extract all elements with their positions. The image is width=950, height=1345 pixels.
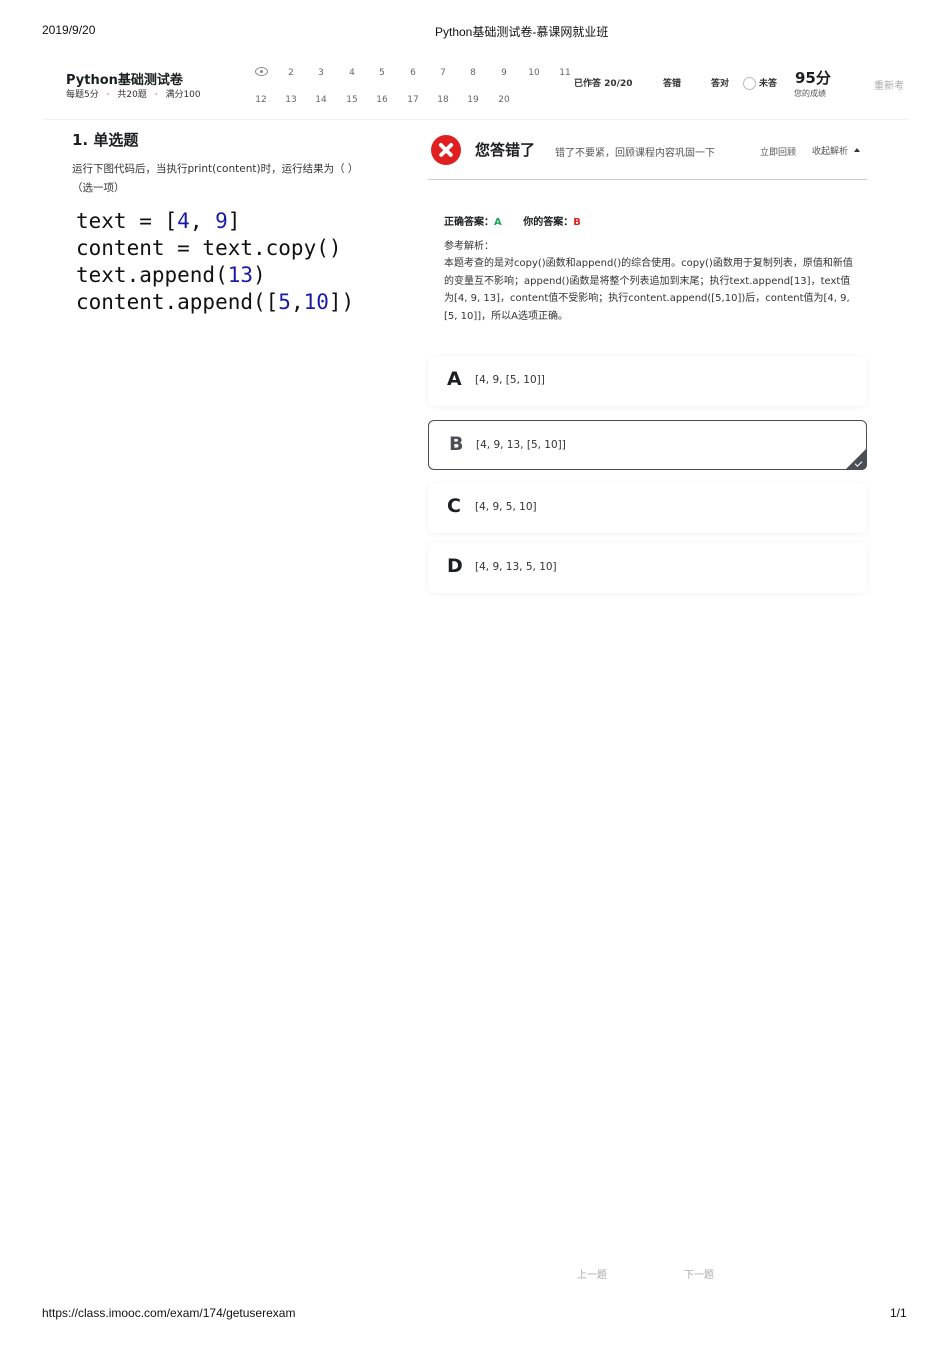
exam-meta: 每题5分 · 共20题 · 满分100 bbox=[66, 87, 201, 100]
option-letter: B bbox=[449, 433, 464, 455]
code-token: content.append([ bbox=[76, 290, 279, 314]
wrong-x-icon bbox=[431, 135, 461, 165]
your-answer-value: B bbox=[573, 217, 581, 228]
code-token: , bbox=[290, 290, 304, 314]
print-url: https://class.imooc.com/exam/174/getuser… bbox=[42, 1306, 296, 1320]
option-text: [4, 9, 13, 5, 10] bbox=[475, 561, 557, 573]
code-number: 9 bbox=[215, 209, 228, 233]
collapse-analysis-link[interactable]: 收起解析 bbox=[812, 144, 861, 157]
question-text: 运行下图代码后，当执行print(content)时，运行结果为（ ）（选一项） bbox=[72, 163, 359, 194]
score-value: 95分 bbox=[795, 69, 831, 87]
option-c[interactable]: C [4, 9, 5, 10] bbox=[428, 483, 867, 533]
question-nav-item[interactable]: 9 bbox=[489, 68, 519, 78]
question-nav-item[interactable]: 6 bbox=[398, 68, 428, 78]
code-line: content.append([5,10]) bbox=[76, 289, 354, 316]
option-b[interactable]: B [4, 9, 13, [5, 10]] bbox=[428, 420, 867, 470]
code-token: content = text.copy() bbox=[76, 236, 342, 260]
code-token: ) bbox=[253, 263, 266, 287]
option-letter: A bbox=[447, 368, 462, 390]
correct-answer-label: 正确答案： bbox=[444, 217, 494, 228]
full-score: 满分100 bbox=[165, 90, 201, 100]
question-nav-item[interactable]: 7 bbox=[428, 68, 458, 78]
exam-header: Python基础测试卷 每题5分 · 共20题 · 满分100 bbox=[44, 56, 908, 120]
question-nav-item[interactable]: 19 bbox=[458, 95, 488, 105]
code-number: 10 bbox=[303, 290, 329, 314]
review-link[interactable]: 立即回顾 bbox=[760, 145, 796, 158]
option-text: [4, 9, [5, 10]] bbox=[475, 374, 545, 386]
meta-separator: · bbox=[106, 90, 110, 100]
correct-answer-value: A bbox=[494, 217, 502, 228]
question-nav-item[interactable]: 3 bbox=[306, 68, 336, 78]
retake-button[interactable]: 重新考 bbox=[874, 77, 904, 92]
caret-up-icon bbox=[854, 148, 861, 152]
question-nav-item[interactable]: 16 bbox=[367, 95, 397, 105]
answered-count: 已作答 20/20 bbox=[574, 79, 633, 89]
your-answer-label: 你的答案： bbox=[523, 217, 574, 228]
next-question-button[interactable]: 下一题 bbox=[684, 1266, 714, 1281]
question-nav-item[interactable]: 2 bbox=[276, 68, 306, 78]
code-number: 5 bbox=[278, 290, 291, 314]
result-title: 您答错了 bbox=[475, 141, 536, 159]
analysis-label: 参考解析： bbox=[444, 241, 494, 252]
code-number: 4 bbox=[177, 209, 190, 233]
prev-question-button[interactable]: 上一题 bbox=[577, 1266, 607, 1281]
unanswered-circle-icon bbox=[743, 77, 756, 90]
code-token: ] bbox=[227, 209, 241, 233]
option-a[interactable]: A [4, 9, [5, 10]] bbox=[428, 356, 867, 406]
option-letter: D bbox=[447, 555, 463, 577]
question-nav-item[interactable]: 20 bbox=[489, 95, 519, 105]
analysis-text: 本题考查的是对copy()函数和append()的综合使用。copy()函数用于… bbox=[444, 258, 853, 322]
exam-title: Python基础测试卷 bbox=[66, 73, 183, 88]
points-per-question: 每题5分 bbox=[66, 90, 99, 100]
question-nav-item[interactable]: 17 bbox=[398, 95, 428, 105]
question-nav-item[interactable]: 18 bbox=[428, 95, 458, 105]
question-nav-item[interactable]: 15 bbox=[337, 95, 367, 105]
meta-separator: · bbox=[154, 90, 158, 100]
question-nav-item[interactable]: 10 bbox=[519, 68, 549, 78]
question-nav-item[interactable]: 14 bbox=[306, 95, 336, 105]
question-count: 共20题 bbox=[117, 90, 147, 100]
filter-unanswered[interactable]: 未答 bbox=[759, 76, 777, 89]
code-number: 13 bbox=[227, 263, 254, 287]
code-token: text = [ bbox=[76, 209, 178, 233]
selected-corner bbox=[845, 448, 867, 470]
question-nav-item[interactable]: 5 bbox=[367, 68, 397, 78]
option-letter: C bbox=[447, 495, 461, 517]
option-d[interactable]: D [4, 9, 13, 5, 10] bbox=[428, 543, 867, 593]
option-text: [4, 9, 5, 10] bbox=[475, 501, 537, 513]
code-line: content = text.copy() bbox=[76, 235, 354, 262]
code-line: text.append(13) bbox=[76, 262, 354, 289]
question-nav-item[interactable]: 8 bbox=[458, 68, 488, 78]
print-page-number: 1/1 bbox=[890, 1306, 907, 1320]
print-title: Python基础测试卷-慕课网就业班 bbox=[435, 25, 609, 39]
code-token: ]) bbox=[328, 290, 355, 314]
question-heading: 1. 单选题 bbox=[72, 131, 139, 149]
score-label: 您的成绩 bbox=[794, 89, 826, 98]
print-date: 2019/9/20 bbox=[42, 23, 96, 37]
code-line: text = [4, 9] bbox=[76, 208, 354, 235]
question-nav-item[interactable]: 13 bbox=[276, 95, 306, 105]
answer-summary: 正确答案：A 你的答案：B bbox=[444, 213, 581, 228]
option-text: [4, 9, 13, [5, 10]] bbox=[476, 439, 566, 451]
filter-correct[interactable]: 答对 bbox=[711, 76, 729, 89]
code-token: text.append( bbox=[76, 263, 228, 287]
result-subtitle: 错了不要紧，回顾课程内容巩固一下 bbox=[555, 148, 715, 159]
collapse-label: 收起解析 bbox=[812, 147, 849, 157]
question-nav-item[interactable]: 4 bbox=[337, 68, 367, 78]
eye-icon[interactable] bbox=[255, 67, 268, 76]
filter-wrong[interactable]: 答错 bbox=[663, 76, 681, 89]
question-code-image: text = [4, 9] content = text.copy() text.a… bbox=[76, 208, 354, 316]
question-nav-item[interactable]: 12 bbox=[246, 95, 276, 105]
result-banner: 您答错了 错了不要紧，回顾课程内容巩固一下 立即回顾 收起解析 bbox=[428, 132, 867, 180]
code-token: , bbox=[189, 209, 216, 233]
